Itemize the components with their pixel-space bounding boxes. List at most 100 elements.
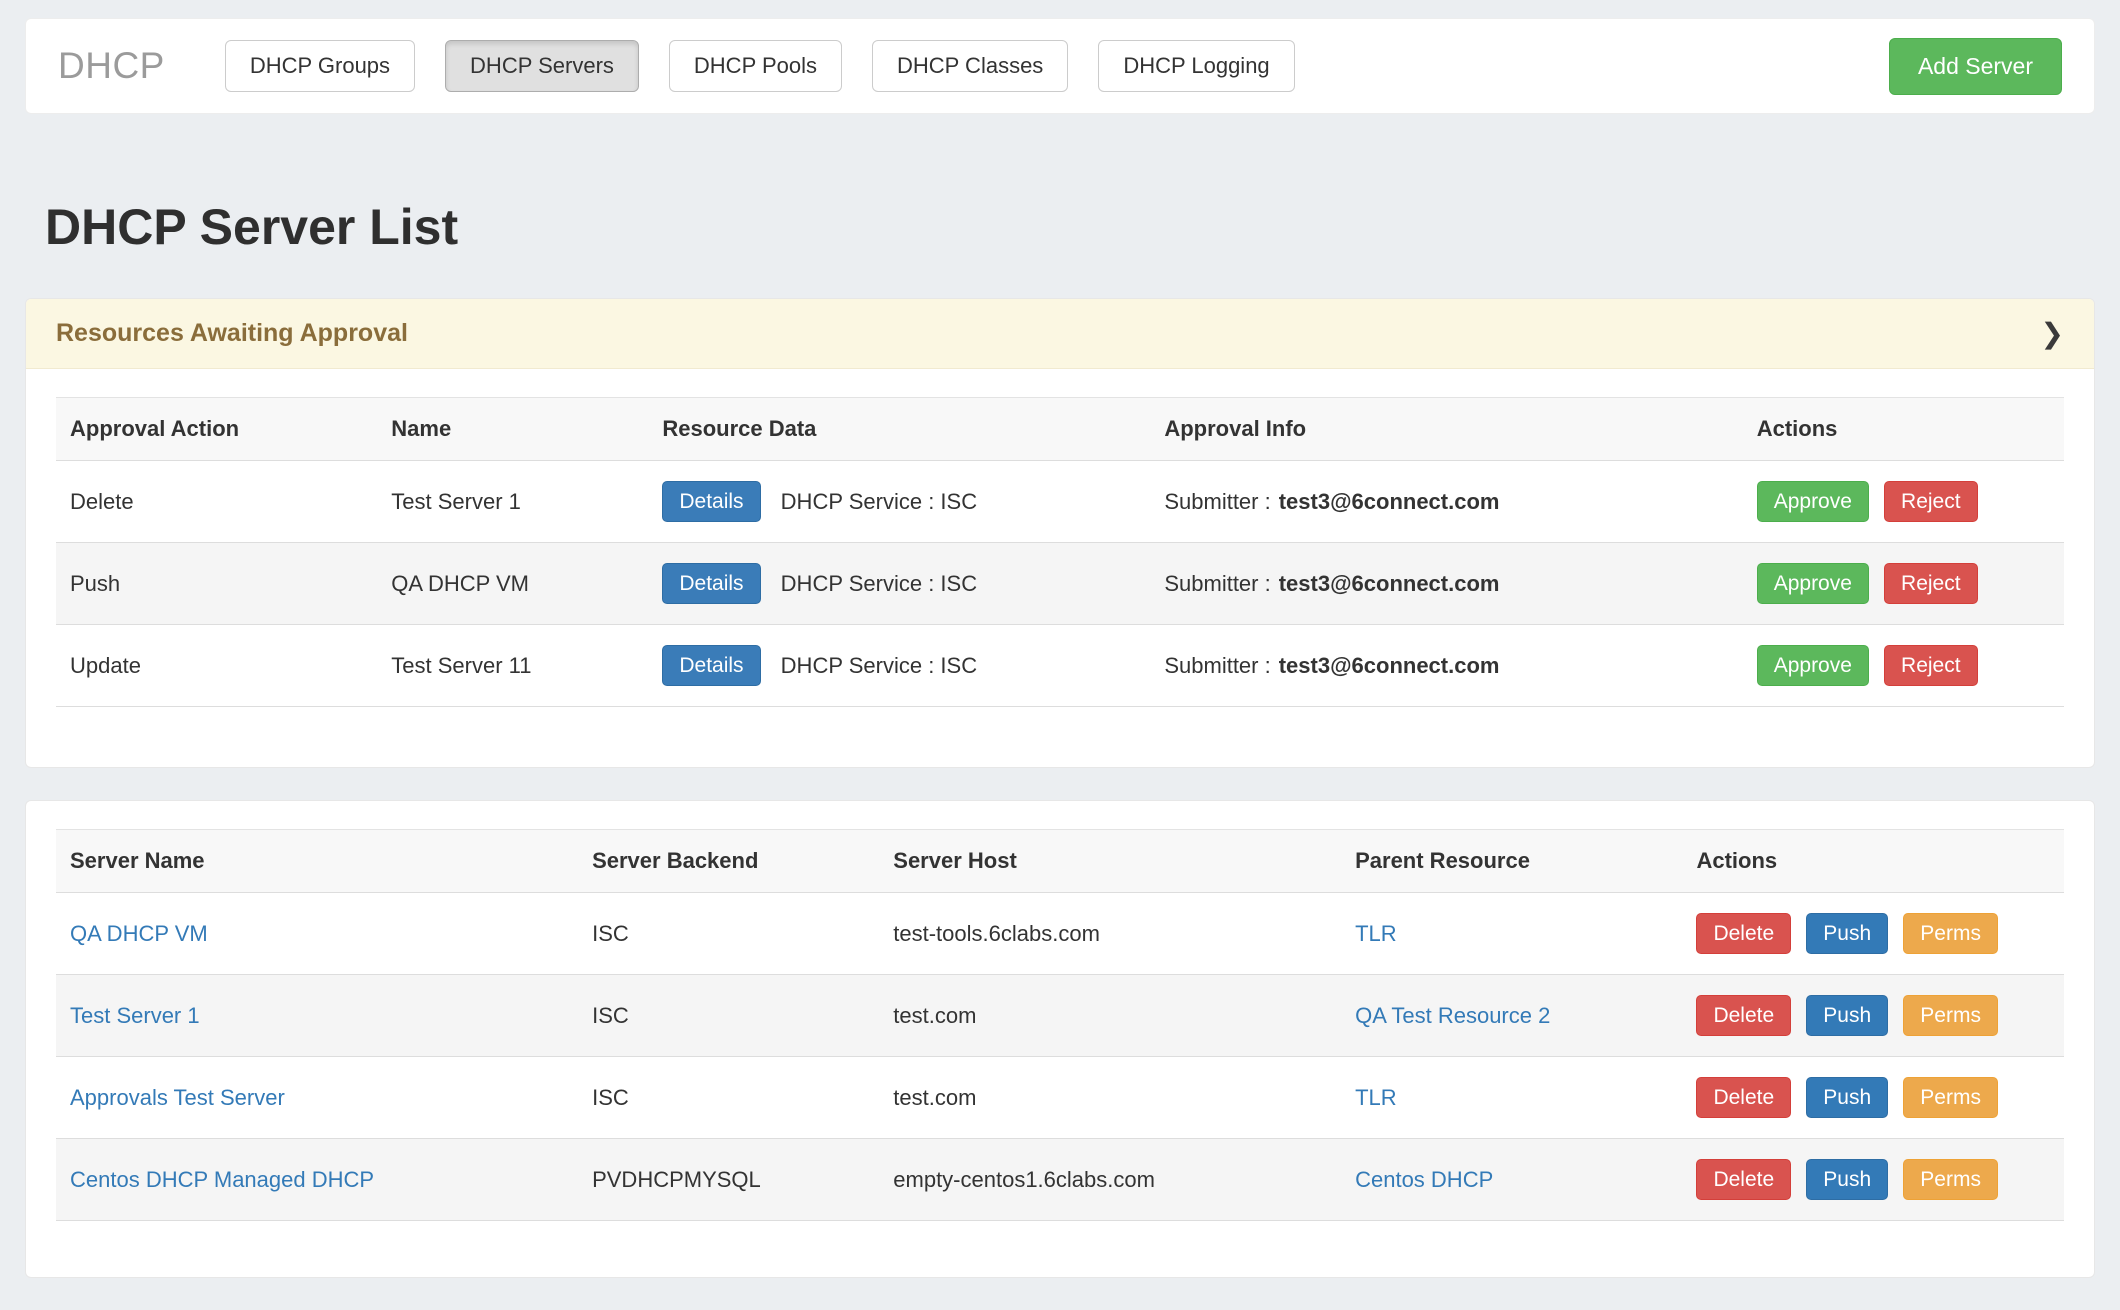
server-name-link[interactable]: Test Server 1 [70,1003,200,1028]
column-header-server-host: Server Host [879,830,1341,893]
perms-button[interactable]: Perms [1903,1159,1998,1200]
details-button[interactable]: Details [662,645,760,686]
server-name-link[interactable]: QA DHCP VM [70,921,208,946]
parent-resource-cell: TLR [1341,893,1682,975]
parent-resource-cell: TLR [1341,1057,1682,1139]
approval-name-cell: Test Server 1 [377,461,648,543]
approval-action-cell: Delete [56,461,377,543]
approval-row: Delete Test Server 1 Details DHCP Servic… [56,461,2064,543]
column-header-approval-info: Approval Info [1150,398,1742,461]
server-name-link[interactable]: Approvals Test Server [70,1085,285,1110]
column-header-actions: Actions [1682,830,2064,893]
server-name-cell: Approvals Test Server [56,1057,578,1139]
server-name-cell: QA DHCP VM [56,893,578,975]
server-backend-cell: ISC [578,893,879,975]
parent-resource-link[interactable]: TLR [1355,1085,1397,1110]
parent-resource-cell: Centos DHCP [1341,1139,1682,1221]
server-backend-cell: PVDHCPMYSQL [578,1139,879,1221]
server-row: Test Server 1 ISC test.com QA Test Resou… [56,975,2064,1057]
delete-button[interactable]: Delete [1696,995,1791,1036]
column-header-server-name: Server Name [56,830,578,893]
approval-panel-body: Approval Action Name Resource Data Appro… [26,369,2094,767]
approval-panel-heading[interactable]: Resources Awaiting Approval ❯ [26,299,2094,369]
parent-resource-link[interactable]: TLR [1355,921,1397,946]
server-header-row: Server Name Server Backend Server Host P… [56,830,2064,893]
server-backend-cell: ISC [578,975,879,1057]
server-actions-cell: Delete Push Perms [1682,893,2064,975]
resource-data-text: DHCP Service : ISC [781,489,977,514]
parent-resource-link[interactable]: QA Test Resource 2 [1355,1003,1550,1028]
approval-info-cell: Submitter :test3@6connect.com [1150,543,1742,625]
tab-dhcp-groups[interactable]: DHCP Groups [225,40,415,92]
approval-name-cell: Test Server 11 [377,625,648,707]
submitter-label: Submitter : [1164,489,1270,514]
server-actions-cell: Delete Push Perms [1682,975,2064,1057]
reject-button[interactable]: Reject [1884,645,1978,686]
app-brand: DHCP [58,45,165,87]
approve-button[interactable]: Approve [1757,481,1869,522]
details-button[interactable]: Details [662,563,760,604]
approval-resource-cell: Details DHCP Service : ISC [648,543,1150,625]
tab-dhcp-classes[interactable]: DHCP Classes [872,40,1068,92]
server-row: Approvals Test Server ISC test.com TLR D… [56,1057,2064,1139]
add-server-button[interactable]: Add Server [1889,38,2062,95]
submitter-label: Submitter : [1164,653,1270,678]
column-header-approval-action: Approval Action [56,398,377,461]
tab-dhcp-servers[interactable]: DHCP Servers [445,40,639,92]
approval-actions-cell: Approve Reject [1743,461,2064,543]
push-button[interactable]: Push [1806,995,1888,1036]
parent-resource-cell: QA Test Resource 2 [1341,975,1682,1057]
chevron-right-icon[interactable]: ❯ [2041,320,2064,348]
push-button[interactable]: Push [1806,913,1888,954]
server-actions-cell: Delete Push Perms [1682,1139,2064,1221]
perms-button[interactable]: Perms [1903,1077,1998,1118]
approval-header-row: Approval Action Name Resource Data Appro… [56,398,2064,461]
resource-data-text: DHCP Service : ISC [781,571,977,596]
approval-actions-cell: Approve Reject [1743,543,2064,625]
server-row: QA DHCP VM ISC test-tools.6clabs.com TLR… [56,893,2064,975]
server-panel-body: Server Name Server Backend Server Host P… [26,801,2094,1277]
column-header-resource-data: Resource Data [648,398,1150,461]
server-table: Server Name Server Backend Server Host P… [56,829,2064,1221]
push-button[interactable]: Push [1806,1077,1888,1118]
delete-button[interactable]: Delete [1696,1159,1791,1200]
approval-action-cell: Push [56,543,377,625]
approval-resource-cell: Details DHCP Service : ISC [648,461,1150,543]
column-header-actions: Actions [1743,398,2064,461]
approval-info-cell: Submitter :test3@6connect.com [1150,625,1742,707]
approve-button[interactable]: Approve [1757,563,1869,604]
resource-data-text: DHCP Service : ISC [781,653,977,678]
tab-dhcp-logging[interactable]: DHCP Logging [1098,40,1294,92]
approve-button[interactable]: Approve [1757,645,1869,686]
approval-action-cell: Update [56,625,377,707]
approval-panel-title: Resources Awaiting Approval [56,319,408,348]
tab-dhcp-pools[interactable]: DHCP Pools [669,40,842,92]
server-host-cell: empty-centos1.6clabs.com [879,1139,1341,1221]
push-button[interactable]: Push [1806,1159,1888,1200]
column-header-name: Name [377,398,648,461]
approval-row: Update Test Server 11 Details DHCP Servi… [56,625,2064,707]
server-list-panel: Server Name Server Backend Server Host P… [25,800,2095,1278]
approval-resource-cell: Details DHCP Service : ISC [648,625,1150,707]
perms-button[interactable]: Perms [1903,995,1998,1036]
server-name-cell: Centos DHCP Managed DHCP [56,1139,578,1221]
reject-button[interactable]: Reject [1884,563,1978,604]
submitter-email: test3@6connect.com [1279,489,1500,514]
server-backend-cell: ISC [578,1057,879,1139]
delete-button[interactable]: Delete [1696,913,1791,954]
delete-button[interactable]: Delete [1696,1077,1791,1118]
server-host-cell: test.com [879,975,1341,1057]
page-title: DHCP Server List [25,198,2095,256]
server-name-link[interactable]: Centos DHCP Managed DHCP [70,1167,374,1192]
server-host-cell: test-tools.6clabs.com [879,893,1341,975]
approval-name-cell: QA DHCP VM [377,543,648,625]
parent-resource-link[interactable]: Centos DHCP [1355,1167,1493,1192]
details-button[interactable]: Details [662,481,760,522]
perms-button[interactable]: Perms [1903,913,1998,954]
approval-info-cell: Submitter : test3@6connect.com [1150,461,1742,543]
reject-button[interactable]: Reject [1884,481,1978,522]
server-row: Centos DHCP Managed DHCP PVDHCPMYSQL emp… [56,1139,2064,1221]
approval-panel: Resources Awaiting Approval ❯ Approval A… [25,298,2095,768]
approval-row: Push QA DHCP VM Details DHCP Service : I… [56,543,2064,625]
server-actions-cell: Delete Push Perms [1682,1057,2064,1139]
